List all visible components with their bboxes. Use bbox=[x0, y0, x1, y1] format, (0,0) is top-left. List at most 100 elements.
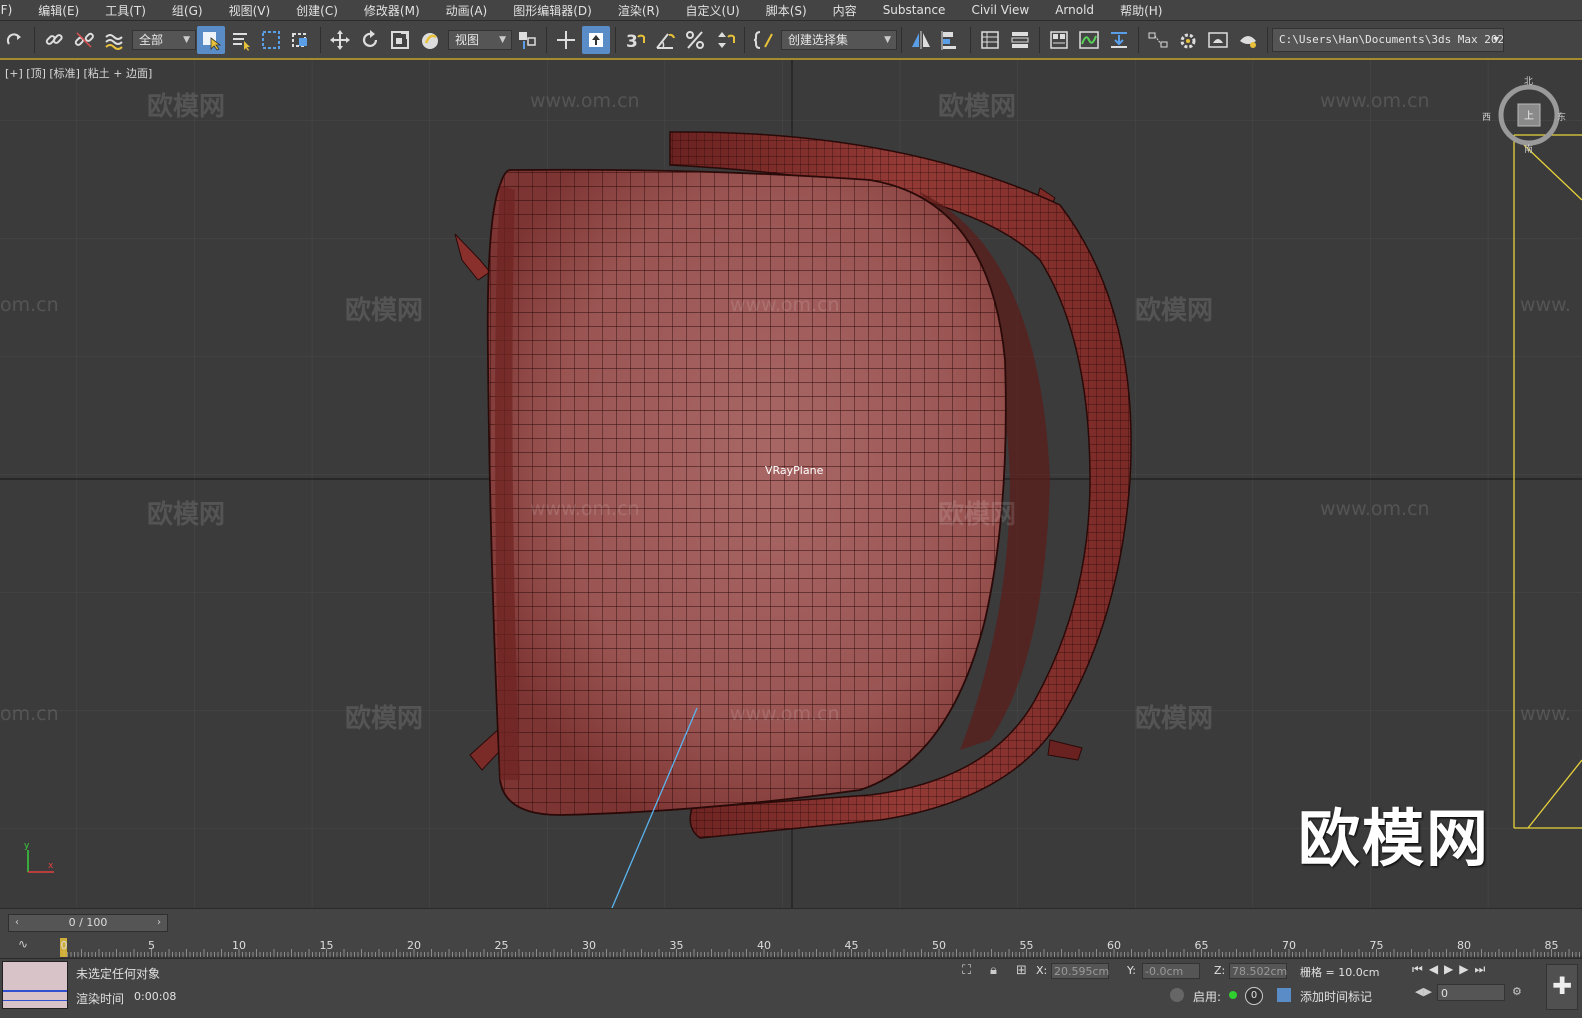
rotate-icon[interactable] bbox=[356, 26, 384, 54]
keyboard-shortcut-override-icon[interactable] bbox=[582, 25, 610, 54]
named-selection-set-dropdown[interactable]: 创建选择集 ▼ bbox=[781, 29, 897, 50]
menu-item[interactable]: 修改器(M) bbox=[351, 2, 433, 19]
next-frame-arrow-icon[interactable]: › bbox=[153, 915, 165, 931]
frame-tick-label: 65 bbox=[1194, 939, 1209, 952]
bind-spacewarp-icon[interactable] bbox=[100, 26, 128, 54]
frame-tick-label: 85 bbox=[1544, 939, 1559, 952]
viewcube[interactable]: 上 北 西 东 南 bbox=[1482, 77, 1566, 155]
menu-item[interactable]: Civil View bbox=[958, 3, 1042, 17]
enable-counter[interactable]: 0 bbox=[1245, 987, 1263, 1005]
window-crossing-icon[interactable] bbox=[287, 26, 315, 54]
current-frame-input[interactable]: 0 bbox=[1437, 984, 1505, 1001]
viewcube-west[interactable]: 西 bbox=[1482, 110, 1491, 123]
layer-explorer-icon[interactable] bbox=[1006, 26, 1034, 54]
track-bar[interactable]: 0 5 10 15 20 25 30 35 40 45 50 55 60 65 70 75 80 85 bbox=[60, 936, 1582, 958]
place-object-icon[interactable] bbox=[416, 26, 444, 54]
snaps-toggle-icon[interactable]: 3 bbox=[621, 26, 649, 54]
watermark-text: 欧模网 bbox=[147, 500, 226, 530]
menu-item[interactable]: 渲染(R) bbox=[605, 2, 673, 19]
rendered-frame-window-icon[interactable] bbox=[1204, 26, 1232, 54]
rectangular-selection-icon[interactable] bbox=[257, 26, 285, 54]
align-icon[interactable] bbox=[937, 26, 965, 54]
lock-selection-icon[interactable]: 🔒︎ bbox=[990, 963, 997, 978]
unlink-icon[interactable] bbox=[70, 26, 98, 54]
next-frame-icon[interactable]: ▶ bbox=[1459, 962, 1474, 976]
selection-status: 未选定任何对象 bbox=[76, 967, 161, 981]
add-time-tag-button[interactable]: 添加时间标记 bbox=[1300, 988, 1372, 1005]
menu-item[interactable]: 组(G) bbox=[159, 2, 216, 19]
toggle-ribbon-icon[interactable] bbox=[1045, 26, 1073, 54]
menu-item[interactable]: 自定义(U) bbox=[673, 2, 753, 19]
pivot-center-icon[interactable] bbox=[513, 26, 541, 54]
menu-item[interactable]: 工具(T) bbox=[92, 2, 159, 19]
viewport-navigation-icon[interactable]: ✚ bbox=[1546, 964, 1578, 1010]
adaptive-degradation-icon[interactable] bbox=[1170, 988, 1184, 1002]
menu-item[interactable]: 帮助(H) bbox=[1107, 2, 1175, 19]
menu-item[interactable]: 图形编辑器(D) bbox=[500, 2, 605, 19]
dope-sheet-icon[interactable] bbox=[1105, 26, 1133, 54]
isolate-selection-icon[interactable]: ⛶ bbox=[962, 963, 971, 978]
previous-frame-icon[interactable]: ◀ bbox=[1429, 962, 1444, 976]
frame-tick-label: 70 bbox=[1282, 939, 1296, 952]
watermark-url: www.om.cn bbox=[530, 90, 640, 112]
link-icon[interactable] bbox=[40, 26, 68, 54]
project-folder-path[interactable]: C:\Users\Han\Documents\3ds Max 2022 ▼ bbox=[1272, 27, 1504, 52]
x-coordinate-input[interactable]: 20.595cm bbox=[1051, 963, 1109, 979]
key-mode-icon[interactable]: ◀▶ bbox=[1415, 985, 1432, 998]
watermark-url: www. bbox=[1520, 703, 1571, 725]
scale-icon[interactable] bbox=[386, 26, 414, 54]
curve-editor-icon[interactable] bbox=[1075, 26, 1103, 54]
percent-snap-icon[interactable] bbox=[681, 26, 709, 54]
menu-item[interactable]: 动画(A) bbox=[433, 2, 501, 19]
scene-explorer-icon[interactable] bbox=[976, 26, 1004, 54]
reference-coordinate-dropdown[interactable]: 视图 ▼ bbox=[448, 29, 512, 50]
select-by-name-icon[interactable] bbox=[227, 26, 255, 54]
menu-item[interactable]: 内容 bbox=[820, 2, 870, 19]
select-object-icon[interactable] bbox=[197, 25, 225, 54]
go-to-start-icon[interactable]: ⏮ bbox=[1412, 962, 1429, 976]
watermark-text: 欧模网 bbox=[345, 704, 424, 734]
schematic-view-icon[interactable] bbox=[1144, 26, 1172, 54]
viewcube-face[interactable]: 上 bbox=[1524, 107, 1534, 122]
time-configuration-icon[interactable]: ⚙ bbox=[1512, 985, 1522, 998]
viewcube-south[interactable]: 南 bbox=[1524, 142, 1533, 155]
menu-item[interactable]: (F) bbox=[0, 3, 25, 17]
menu-item[interactable]: 编辑(E) bbox=[25, 2, 92, 19]
menu-item[interactable]: 脚本(S) bbox=[753, 2, 820, 19]
watermark-url: www.om.cn bbox=[730, 703, 840, 725]
curve-editor-mini-icon[interactable]: ∿ bbox=[18, 937, 28, 951]
go-to-end-icon[interactable]: ⏭ bbox=[1475, 962, 1492, 976]
frame-tick-label: 0 bbox=[60, 939, 68, 952]
menu-item[interactable]: Substance bbox=[870, 3, 959, 17]
prev-frame-arrow-icon[interactable]: ‹ bbox=[11, 915, 23, 931]
menu-item[interactable]: 视图(V) bbox=[216, 2, 284, 19]
time-tag-icon[interactable] bbox=[1277, 988, 1291, 1002]
mirror-icon[interactable] bbox=[907, 26, 935, 54]
edit-named-selection-icon[interactable] bbox=[750, 26, 778, 54]
angle-snap-icon[interactable] bbox=[651, 26, 679, 54]
menu-item[interactable]: 创建(C) bbox=[283, 2, 351, 19]
watermark-text: 欧模网 bbox=[1135, 704, 1214, 734]
svg-text:x: x bbox=[48, 861, 54, 871]
time-slider[interactable]: ‹ 0 / 100 › bbox=[8, 914, 168, 932]
absolute-transform-icon[interactable]: ⊞ bbox=[1016, 963, 1027, 978]
selection-filter-dropdown[interactable]: 全部 ▼ bbox=[132, 29, 196, 50]
move-icon[interactable] bbox=[326, 26, 354, 54]
spinner-snap-icon[interactable] bbox=[711, 26, 739, 54]
viewcube-east[interactable]: 东 bbox=[1557, 110, 1566, 123]
menu-item[interactable]: Arnold bbox=[1042, 3, 1107, 17]
y-coordinate-input[interactable]: -0.0cm bbox=[1142, 963, 1200, 979]
watermark-text: 欧模网 bbox=[938, 92, 1017, 122]
play-icon[interactable]: ▶ bbox=[1444, 962, 1459, 976]
render-setup-icon[interactable] bbox=[1174, 26, 1202, 54]
render-production-icon[interactable] bbox=[1234, 26, 1262, 54]
redo-icon[interactable] bbox=[1, 26, 29, 54]
z-coordinate-input[interactable]: 78.502cm bbox=[1229, 963, 1287, 979]
menu-bar: (F)编辑(E)工具(T)组(G)视图(V)创建(C)修改器(M)动画(A)图形… bbox=[0, 0, 1582, 21]
maxscript-listener[interactable] bbox=[2, 961, 68, 1009]
enable-indicator-icon[interactable] bbox=[1229, 991, 1237, 999]
viewport-top[interactable]: y x [+] [顶] [标准] [粘土 + 边面] 欧模网 www.om.cn… bbox=[0, 60, 1582, 908]
viewport-label[interactable]: [+] [顶] [标准] [粘土 + 边面] bbox=[5, 65, 152, 81]
viewcube-north[interactable]: 北 bbox=[1524, 74, 1533, 87]
select-manipulate-icon[interactable] bbox=[552, 26, 580, 54]
